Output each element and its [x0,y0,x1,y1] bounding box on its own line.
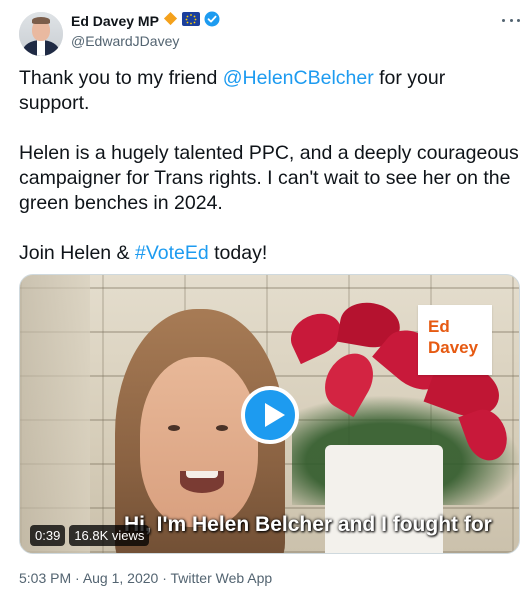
tweet-card: Ed Davey MP @EdwardJDavey Thank you to m… [0,0,527,600]
tweet-text: Thank you to my friend @HelenCBelcher fo… [19,66,519,266]
video-caption: Hi, I'm Helen Belcher and I fought for [124,513,492,536]
hashtag-link[interactable]: #VoteEd [135,242,209,264]
video-player[interactable]: Ed Davey Hi, I'm Helen Belcher and I fou… [19,274,520,554]
ed-davey-logo: Ed Davey [418,305,492,375]
eu-flag-icon [181,11,200,31]
tweet-paragraph-2: Helen is a hugely talented PPC, and a de… [19,142,519,214]
video-duration: 0:39 [30,525,66,546]
video-views: 16.8K views [69,525,150,546]
author-name-row: Ed Davey MP [71,11,220,32]
more-options-icon[interactable] [502,14,520,26]
mention-link[interactable]: @HelenCBelcher [223,67,374,89]
verified-badge-icon [204,11,220,32]
play-button-icon[interactable] [241,386,299,444]
tweet-time[interactable]: 5:03 PM [19,570,71,586]
tweet-source[interactable]: Twitter Web App [171,570,273,586]
tweet-paragraph-3: Join Helen & #VoteEd today! [19,242,268,264]
avatar[interactable] [19,12,63,56]
tweet-date[interactable]: Aug 1, 2020 [83,570,159,586]
video-stats: 0:39 16.8K views [30,525,150,546]
author-handle[interactable]: @EdwardJDavey [71,33,179,49]
tweet-paragraph-1: Thank you to my friend @HelenCBelcher fo… [19,67,446,114]
orange-diamond-icon [163,11,178,31]
tweet-metadata: 5:03 PM · Aug 1, 2020 · Twitter Web App [19,570,273,586]
display-name[interactable]: Ed Davey MP [71,13,159,29]
